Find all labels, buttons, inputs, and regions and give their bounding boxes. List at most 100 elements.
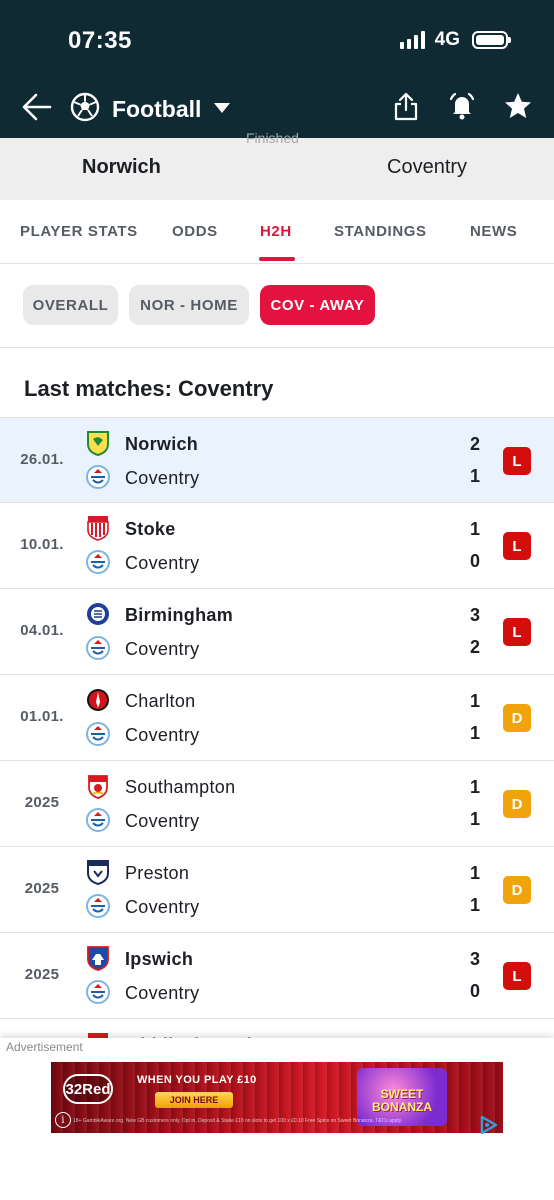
result-badge: L [503,447,531,475]
active-tab-indicator [259,257,295,261]
result-badge: D [503,790,531,818]
filter-home[interactable]: NOR - HOME [129,285,249,325]
tab-news[interactable]: NEWS [470,223,517,240]
tab-player-stats[interactable]: PLAYER STATS [20,223,138,240]
team1-score: 2 [469,434,480,454]
sport-title: Football [112,96,202,122]
team1-score: 1 [469,863,480,883]
preston-crest-icon [86,859,110,886]
result-badge: D [503,704,531,732]
team1-name: Preston [125,863,190,883]
coventry-crest-icon [86,464,110,490]
football-icon [70,92,100,127]
result-badge: L [503,532,531,560]
team2-score: 1 [469,723,480,743]
ad-label: Advertisement [6,1040,83,1054]
ad-game-title: SWEET BONANZA [372,1087,432,1114]
app-header: 07:35 4G Football [0,0,554,138]
team1-score: 3 [469,605,480,625]
ad-headline: WHEN YOU PLAY £10 [137,1074,257,1086]
back-arrow-icon[interactable] [20,90,54,124]
coventry-crest-icon [86,549,110,575]
team2-name: Coventry [125,983,200,1003]
match-date: 2025 [24,794,60,811]
team1-name: Charlton [125,691,196,711]
team1-name: Norwich [125,434,199,454]
ad-brand-logo: 32Red [63,1074,113,1104]
match-date: 01.01. [20,708,64,725]
team2-name: Coventry [125,897,200,917]
match-row[interactable]: 2025 Ipswich Coventry 3 0 L [0,933,554,1019]
team1-score: 1 [469,691,480,711]
coventry-crest-icon [86,979,110,1005]
h2h-filters: OVERALL NOR - HOME COV - AWAY [0,264,554,348]
team1-score: 1 [469,519,480,539]
birmingham-crest-icon [86,601,110,627]
team1-name: Southampton [125,777,236,797]
matches-list: 26.01. Norwich Coventry 2 1 L 10.01. Stoke Coven… [0,417,554,1105]
ad-info-icon[interactable]: i [55,1112,71,1128]
team2-name: Coventry [125,553,200,573]
team2-name: Coventry [125,725,200,745]
tab-h2h[interactable]: H2H [260,223,292,240]
tab-standings[interactable]: STANDINGS [334,223,427,240]
status-time: 07:35 [68,27,132,54]
team1-name: Stoke [125,519,176,539]
ad-fine-print: 18+ GambleAware.org. New GB customers on… [73,1118,403,1124]
ad-banner[interactable]: 32Red WHEN YOU PLAY £10 JOIN HERE SWEET … [51,1062,503,1133]
filter-away[interactable]: COV - AWAY [260,285,375,325]
team2-score: 1 [469,895,480,915]
match-row[interactable]: 10.01. Stoke Coventry 1 0 L [0,503,554,589]
match-row[interactable]: 2025 Southampton Coventry 1 1 D [0,761,554,847]
southampton-crest-icon [86,773,110,799]
sport-selector[interactable]: Football [70,92,231,127]
match-row[interactable]: 2025 Preston Coventry 1 1 D [0,847,554,933]
team2-name: Coventry [125,811,200,831]
team2-name: Coventry [125,639,200,659]
match-row[interactable]: 26.01. Norwich Coventry 2 1 L [0,417,554,503]
team1-score: 3 [469,949,480,969]
team2-score: 2 [469,637,480,657]
result-badge: L [503,962,531,990]
ipswich-crest-icon [86,945,110,971]
home-team-name[interactable]: Norwich [82,156,161,179]
adchoices-icon[interactable] [478,1114,500,1136]
charlton-crest-icon [86,687,110,713]
team1-name: Ipswich [125,949,194,969]
coventry-crest-icon [86,635,110,661]
team2-score: 0 [469,551,480,571]
team2-score: 1 [469,466,480,486]
match-tabs: PLAYER STATS ODDS H2H STANDINGS NEWS [0,200,554,264]
team2-score: 1 [469,809,480,829]
coventry-crest-icon [86,721,110,747]
norwich-crest-icon [86,430,110,457]
match-date: 2025 [24,966,60,983]
team1-name: Birmingham [125,605,234,625]
battery-icon [472,31,511,49]
tab-odds[interactable]: ODDS [172,223,218,240]
status-indicators: 4G [399,29,511,51]
team2-score: 0 [469,981,480,1001]
network-label: 4G [434,29,460,50]
match-date: 26.01. [20,451,64,468]
result-badge: D [503,876,531,904]
star-favorite-icon[interactable] [502,90,534,122]
ad-join-button[interactable]: JOIN HERE [155,1092,233,1108]
away-team-name[interactable]: Coventry [387,156,467,179]
match-row[interactable]: 04.01. Birmingham Coventry 3 2 L [0,589,554,675]
match-date: 2025 [24,880,60,897]
advertisement-area: Advertisement 32Red WHEN YOU PLAY £10 JO… [0,1038,554,1200]
result-badge: L [503,618,531,646]
team2-name: Coventry [125,468,200,488]
notification-bell-icon[interactable] [446,90,478,122]
coventry-crest-icon [86,807,110,833]
team1-score: 1 [469,777,480,797]
match-date: 10.01. [20,536,64,553]
filter-overall[interactable]: OVERALL [23,285,118,325]
coventry-crest-icon [86,893,110,919]
chevron-down-icon [213,101,231,119]
match-row[interactable]: 01.01. Charlton Coventry 1 1 D [0,675,554,761]
match-date: 04.01. [20,622,64,639]
stoke-crest-icon [86,515,110,541]
share-icon[interactable] [390,90,422,122]
